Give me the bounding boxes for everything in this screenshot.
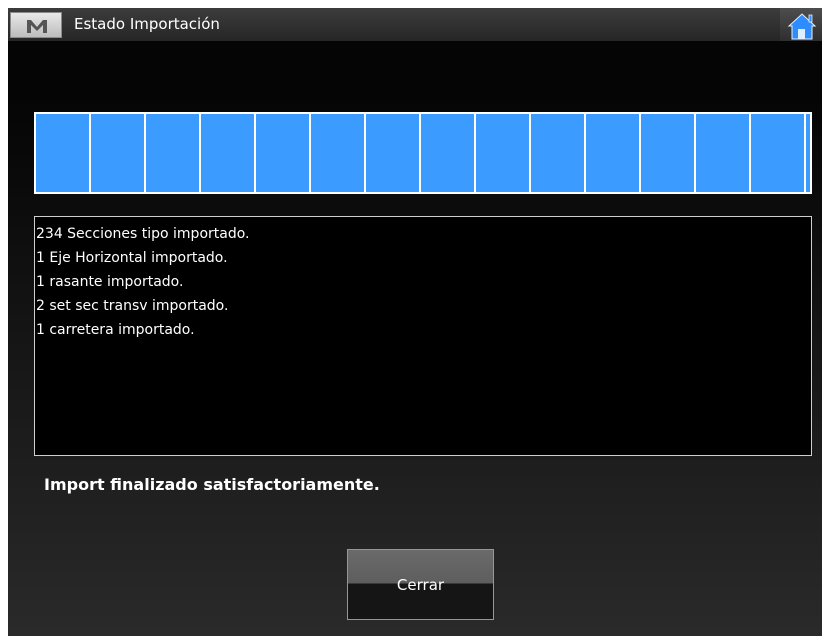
log-line: 234 Secciones tipo importado. [36, 226, 250, 242]
log-line: 1 Eje Horizontal importado. [36, 250, 228, 266]
window-title: Estado Importación [74, 15, 220, 33]
progress-bar-fill [36, 114, 810, 192]
log-line: 2 set sec transv importado. [36, 298, 229, 314]
import-status-window: Estado Importación 234 Secciones tipo im… [8, 8, 822, 636]
title-bar: Estado Importación [8, 8, 822, 41]
menu-button[interactable] [10, 12, 62, 38]
import-log: 234 Secciones tipo importado. 1 Eje Hori… [34, 216, 812, 456]
status-message: Import finalizado satisfactoriamente. [44, 475, 380, 494]
close-button[interactable]: Cerrar [347, 549, 494, 620]
home-button[interactable] [780, 8, 822, 41]
log-line: 1 carretera importado. [36, 322, 195, 338]
progress-bar [34, 112, 812, 194]
log-line: 1 rasante importado. [36, 274, 184, 290]
m-logo-icon [27, 20, 47, 33]
home-icon [787, 13, 817, 40]
